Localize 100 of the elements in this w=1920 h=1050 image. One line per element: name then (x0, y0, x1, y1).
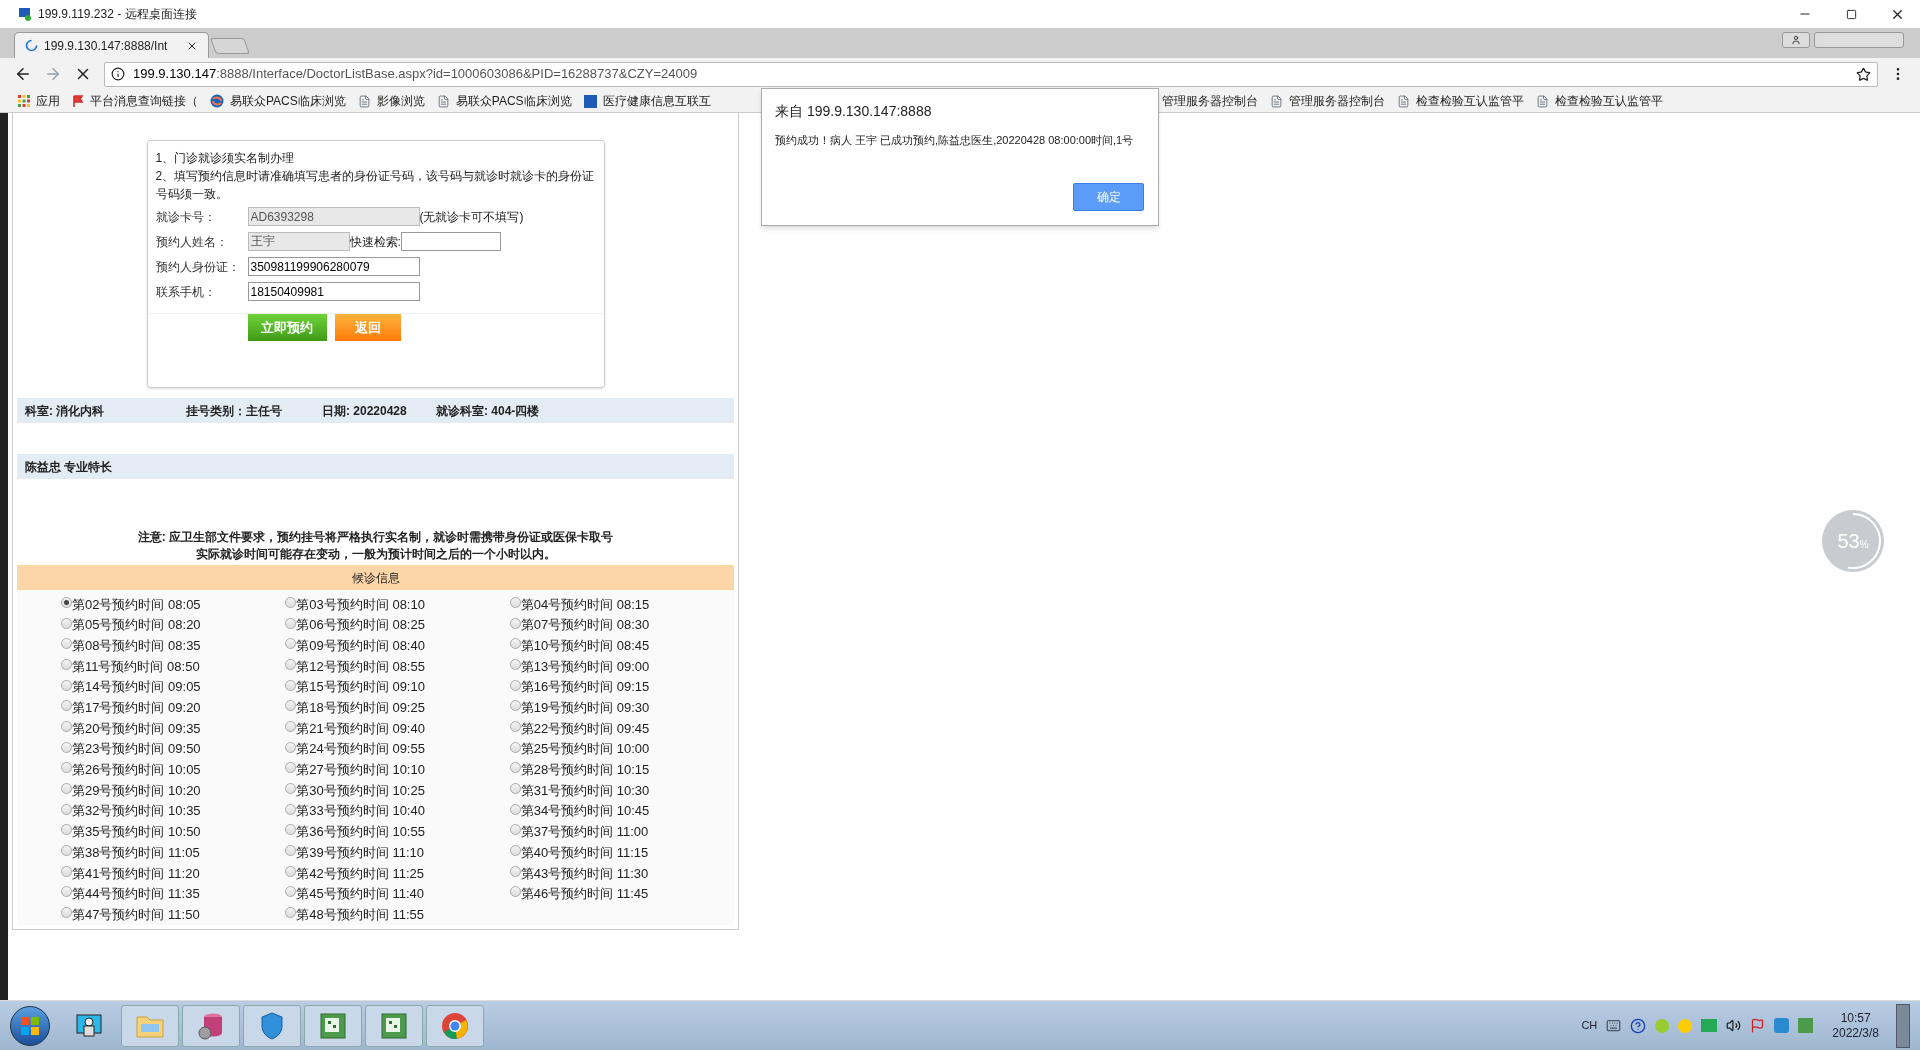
time-slot-option[interactable]: 第07号预约时间 08:30 (509, 614, 734, 636)
taskbar-app-button[interactable] (182, 1004, 240, 1047)
time-slot-option[interactable]: 第41号预约时间 11:20 (61, 862, 286, 884)
time-slot-option[interactable]: 第11号预约时间 08:50 (61, 656, 286, 677)
time-slot-option[interactable]: 第42号预约时间 11:25 (285, 862, 510, 884)
radio-button[interactable] (509, 617, 521, 629)
time-slot-option[interactable]: 第04号预约时间 08:15 (509, 594, 734, 615)
time-slot-option[interactable]: 第23号预约时间 09:50 (61, 738, 286, 760)
radio-button[interactable] (61, 824, 72, 836)
time-slot-option[interactable]: 第24号预约时间 09:55 (285, 738, 510, 760)
time-slot-option[interactable]: 第25号预约时间 10:00 (509, 738, 734, 760)
bookmark-item[interactable]: 医疗健康信息互联互 (577, 92, 717, 110)
radio-button[interactable] (509, 865, 521, 877)
show-desktop-button[interactable] (1896, 1003, 1910, 1048)
flag-icon[interactable] (1750, 1018, 1766, 1033)
time-slot-option[interactable]: 第22号预约时间 09:45 (509, 718, 734, 739)
radio-button[interactable] (61, 762, 72, 774)
time-slot-option[interactable]: 第44号预约时间 11:35 (61, 883, 286, 905)
radio-button[interactable] (285, 658, 297, 670)
clock[interactable]: 10:57 2022/3/8 (1832, 1010, 1879, 1041)
radio-button[interactable] (285, 700, 297, 712)
time-slot-option[interactable]: 第02号预约时间 08:05 (61, 594, 286, 615)
speaker-icon[interactable] (1726, 1018, 1742, 1033)
radio-button[interactable] (285, 617, 297, 629)
radio-button[interactable] (509, 700, 521, 712)
time-slot-option[interactable]: 第32号预约时间 10:35 (61, 800, 286, 822)
forward-icon[interactable] (44, 65, 62, 83)
radio-button[interactable] (61, 741, 72, 753)
radio-button[interactable] (61, 803, 72, 815)
radio-button[interactable] (509, 803, 521, 815)
bookmark-item[interactable]: 应用 (12, 92, 66, 110)
radio-button[interactable] (61, 720, 72, 732)
browser-tab[interactable]: 199.9.130.147:8888/Int (14, 32, 209, 58)
radio-button[interactable] (509, 596, 521, 608)
bookmark-item[interactable]: 检查检验互认监管平 (1529, 92, 1669, 110)
taskbar-app-button[interactable] (426, 1004, 484, 1047)
keyboard-icon[interactable] (1606, 1018, 1622, 1033)
radio-button[interactable] (509, 720, 521, 732)
address-field[interactable]: 199.9.130.147:8888/Interface/DoctorListBase.aspx?id=1000603086&PID=16288737&CZY=24009 (104, 61, 1878, 87)
text-field[interactable]: 18150409981 (247, 282, 420, 301)
time-slot-option[interactable]: 第18号预约时间 09:25 (285, 697, 510, 719)
radio-button[interactable] (61, 679, 72, 691)
text-field[interactable]: 350981199906280079 (247, 257, 420, 276)
radio-button[interactable] (285, 762, 297, 774)
radio-button[interactable] (61, 638, 72, 650)
radio-button[interactable] (285, 803, 297, 815)
radio-button[interactable] (509, 679, 521, 691)
time-slot-option[interactable]: 第31号预约时间 10:30 (509, 780, 734, 801)
radio-button[interactable] (61, 886, 72, 898)
bookmark-star-icon[interactable] (1856, 66, 1871, 82)
radio-button[interactable] (285, 596, 297, 608)
help-icon[interactable] (1630, 1017, 1647, 1034)
radio-button[interactable] (285, 886, 297, 898)
taskbar-app-button[interactable] (243, 1004, 301, 1047)
time-slot-option[interactable]: 第28号预约时间 10:15 (509, 759, 734, 781)
radio-button[interactable] (285, 824, 297, 836)
radio-button[interactable] (285, 845, 297, 857)
taskbar-app-button[interactable] (304, 1004, 362, 1047)
time-slot-option[interactable]: 第29号预约时间 10:20 (61, 780, 286, 801)
radio-button[interactable] (285, 865, 297, 877)
time-slot-option[interactable]: 第09号预约时间 08:40 (285, 635, 510, 657)
radio-button[interactable] (285, 741, 297, 753)
radio-button[interactable] (61, 658, 72, 670)
time-slot-option[interactable]: 第30号预约时间 10:25 (285, 780, 510, 801)
time-slot-option[interactable]: 第48号预约时间 11:55 (285, 904, 510, 925)
time-slot-option[interactable]: 第08号预约时间 08:35 (61, 635, 286, 657)
radio-button[interactable] (509, 638, 521, 650)
radio-button[interactable] (285, 679, 297, 691)
taskbar-app-button[interactable] (365, 1004, 423, 1047)
time-slot-option[interactable]: 第17号预约时间 09:20 (61, 697, 286, 719)
radio-button[interactable] (509, 741, 521, 753)
round-tray-icon[interactable] (1655, 1018, 1670, 1033)
time-slot-option[interactable]: 第14号预约时间 09:05 (61, 676, 286, 698)
time-slot-option[interactable]: 第34号预约时间 10:45 (509, 800, 734, 822)
radio-button[interactable] (285, 783, 297, 795)
radio-button[interactable] (509, 845, 521, 857)
radio-button[interactable] (61, 907, 72, 919)
time-slot-option[interactable]: 第36号预约时间 10:55 (285, 821, 510, 843)
radio-button[interactable] (509, 762, 521, 774)
radio-button[interactable] (285, 638, 297, 650)
radio-button[interactable] (61, 700, 72, 712)
bookmark-item[interactable]: 易联众PACS临床浏览 (204, 92, 352, 110)
bookmark-item[interactable]: 易联众PACS临床浏览 (430, 92, 578, 110)
language-indicator[interactable]: CH (1581, 1017, 1598, 1034)
radio-button[interactable] (509, 658, 521, 670)
time-slot-option[interactable]: 第45号预约时间 11:40 (285, 883, 510, 905)
radio-button[interactable] (61, 596, 72, 608)
bookmark-item[interactable]: 检查检验互认监管平 (1390, 92, 1530, 110)
radio-button[interactable] (61, 845, 72, 857)
time-slot-option[interactable]: 第46号预约时间 11:45 (509, 883, 734, 905)
bookmark-item[interactable]: 管理服务器控制台 (1263, 92, 1391, 110)
back-icon[interactable] (14, 65, 32, 83)
bookmark-item[interactable]: 影像浏览 (351, 92, 431, 110)
time-slot-option[interactable]: 第05号预约时间 08:20 (61, 614, 286, 636)
time-slot-option[interactable]: 第15号预约时间 09:10 (285, 676, 510, 698)
time-slot-option[interactable]: 第13号预约时间 09:00 (509, 656, 734, 677)
time-slot-option[interactable]: 第40号预约时间 11:15 (509, 842, 734, 863)
time-slot-option[interactable]: 第35号预约时间 10:50 (61, 821, 286, 843)
time-slot-option[interactable]: 第37号预约时间 11:00 (509, 821, 734, 843)
profile-button[interactable] (1782, 32, 1810, 48)
